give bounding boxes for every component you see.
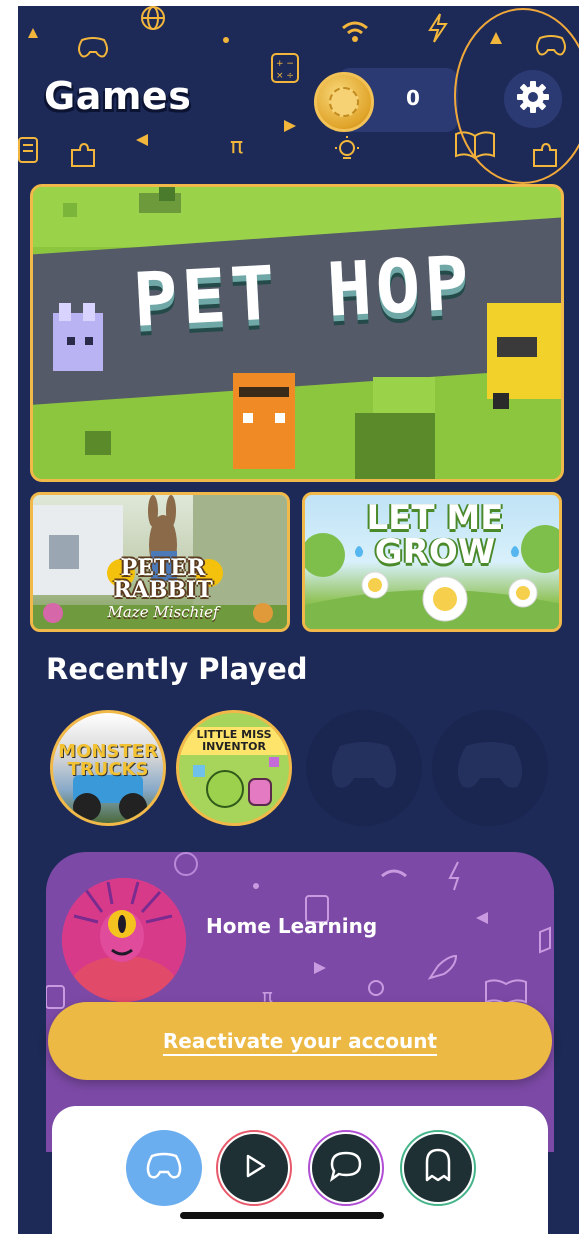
featured-game-title: PET HOP (130, 240, 475, 344)
lightbulb-doodle-icon (332, 134, 362, 164)
recent-game-monster-trucks[interactable]: MONSTER TRUCKS (50, 710, 166, 826)
recent-game-label: LITTLE MISS INVENTOR (179, 727, 289, 755)
chat-icon (328, 1149, 364, 1187)
home-indicator[interactable] (180, 1212, 384, 1219)
gamepad-doodle-icon (76, 36, 110, 58)
coin-icon (314, 72, 374, 132)
calculator-doodle-icon: + − × ÷ (270, 52, 300, 84)
play-icon (238, 1150, 270, 1186)
gamepad-icon (145, 1152, 183, 1184)
ghost-icon (423, 1148, 453, 1188)
svg-text:+ −: + − (276, 59, 294, 69)
games-screen: + − × ÷ π Games 0 PET HOP PETER RABBIT M… (18, 6, 579, 1234)
recent-game-empty-slot (306, 710, 422, 826)
lightning-doodle-icon (426, 12, 450, 44)
page-title: Games (44, 74, 192, 118)
wifi-doodle-icon (340, 20, 370, 44)
svg-text:× ÷: × ÷ (276, 71, 294, 81)
book-doodle-icon (18, 136, 40, 164)
game-tile-title: LET ME GROW (366, 498, 504, 572)
triangle-doodle (28, 28, 38, 38)
reactivate-account-label: Reactivate your account (162, 1029, 438, 1053)
tab-videos[interactable] (216, 1130, 292, 1206)
game-tile-title: PETER RABBIT (113, 555, 213, 603)
triangle-doodle (284, 120, 296, 132)
triangle-doodle (136, 134, 148, 146)
featured-game-banner[interactable]: PET HOP (30, 184, 564, 482)
pi-doodle-icon: π (230, 134, 244, 159)
gamepad-icon (326, 740, 402, 796)
tab-chat[interactable] (308, 1130, 384, 1206)
promo-label: Home Learning (206, 914, 378, 938)
gear-icon (515, 79, 551, 119)
dot-doodle (222, 36, 230, 44)
recent-game-label: MONSTER TRUCKS (58, 741, 158, 780)
reactivate-account-button[interactable]: Reactivate your account (48, 1002, 552, 1080)
recently-played-heading: Recently Played (46, 652, 308, 686)
coin-count: 0 (406, 86, 420, 110)
tab-avatar[interactable] (400, 1130, 476, 1206)
recent-game-little-miss-inventor[interactable]: LITTLE MISS INVENTOR (176, 710, 292, 826)
settings-button[interactable] (504, 70, 562, 128)
puzzle-doodle-icon (68, 142, 98, 170)
game-tile-subtitle: Maze Mischief (107, 603, 219, 621)
gamepad-icon (452, 740, 528, 796)
game-tile-peter-rabbit[interactable]: PETER RABBIT Maze Mischief (30, 492, 290, 632)
monster-avatar (62, 878, 186, 1002)
game-tile-let-me-grow[interactable]: LET ME GROW (302, 492, 562, 632)
globe-doodle-icon (138, 6, 168, 32)
tab-games[interactable] (126, 1130, 202, 1206)
recent-game-empty-slot (432, 710, 548, 826)
